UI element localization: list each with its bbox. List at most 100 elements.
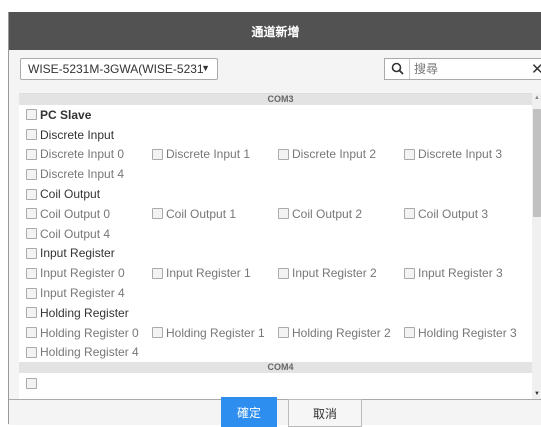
checkbox-label: Coil Output bbox=[40, 187, 101, 202]
clear-icon[interactable]: ✕ bbox=[531, 60, 541, 78]
checkbox-icon[interactable] bbox=[404, 327, 415, 339]
scroll-down-icon[interactable]: ▼ bbox=[534, 391, 540, 397]
checkbox-label: Input Register 1 bbox=[166, 266, 251, 281]
checkbox-input-register[interactable]: Input Register bbox=[26, 246, 152, 260]
checkbox-channel[interactable]: Holding Register 0 bbox=[26, 326, 152, 340]
scrollbar-thumb[interactable] bbox=[533, 109, 541, 217]
checkbox-icon[interactable] bbox=[26, 327, 37, 339]
checkbox-icon[interactable] bbox=[26, 228, 37, 240]
checkbox-channel[interactable]: Holding Register 4 bbox=[26, 345, 152, 359]
group-header-com4: COM4 bbox=[19, 362, 541, 374]
list-row: Holding Register 4 bbox=[26, 343, 541, 363]
checkbox-label: Input Register 2 bbox=[292, 266, 377, 281]
checkbox-channel[interactable]: Discrete Input 3 bbox=[404, 147, 530, 161]
checkbox-icon[interactable] bbox=[152, 327, 163, 339]
checkbox-label: PC Slave bbox=[40, 107, 92, 122]
channel-list[interactable]: COM3 PC Slave Discrete Input Discrete In… bbox=[19, 93, 541, 400]
checkbox-discrete-input[interactable]: Discrete Input bbox=[26, 128, 152, 142]
checkbox-icon[interactable] bbox=[278, 267, 289, 279]
checkbox-channel[interactable]: Holding Register 1 bbox=[152, 326, 278, 340]
checkbox-label: Discrete Input 3 bbox=[418, 147, 503, 162]
checkbox-icon[interactable] bbox=[152, 267, 163, 279]
channel-add-dialog: 通道新增 WISE-5231M-3GWA(WISE-5231 ▼ ✕ COM3 … bbox=[8, 12, 541, 427]
checkbox-icon[interactable] bbox=[26, 307, 37, 319]
list-row: Input Register 0 Input Register 1 Input … bbox=[26, 263, 541, 283]
list-row: Holding Register bbox=[26, 303, 541, 323]
checkbox-channel[interactable]: Coil Output 4 bbox=[26, 227, 152, 241]
checkbox-channel[interactable]: Holding Register 3 bbox=[404, 326, 530, 340]
checkbox-icon[interactable] bbox=[26, 267, 37, 279]
dialog-toolbar: WISE-5231M-3GWA(WISE-5231 ▼ ✕ bbox=[9, 50, 541, 89]
checkbox-icon[interactable] bbox=[26, 346, 37, 358]
checkbox-label: Discrete Input 4 bbox=[40, 167, 125, 182]
checkbox-icon[interactable] bbox=[26, 188, 37, 200]
checkbox-label: Discrete Input 2 bbox=[292, 147, 377, 162]
checkbox-channel[interactable]: Input Register 3 bbox=[404, 266, 530, 280]
checkbox-label: Input Register bbox=[40, 246, 115, 261]
dialog-titlebar: 通道新增 bbox=[9, 12, 541, 50]
checkbox-label: Coil Output 0 bbox=[40, 206, 111, 221]
checkbox-channel[interactable]: Holding Register 2 bbox=[278, 326, 404, 340]
scroll-up-icon[interactable]: ▲ bbox=[534, 95, 540, 101]
checkbox-icon[interactable] bbox=[152, 148, 163, 160]
checkbox-icon[interactable] bbox=[26, 287, 37, 299]
checkbox-icon[interactable] bbox=[278, 327, 289, 339]
checkbox-pc-slave[interactable]: PC Slave bbox=[26, 108, 152, 122]
device-select[interactable]: WISE-5231M-3GWA(WISE-5231 ▼ bbox=[20, 58, 218, 80]
search-box[interactable]: ✕ bbox=[384, 58, 541, 80]
checkbox-channel[interactable]: Coil Output 2 bbox=[278, 207, 404, 221]
dropdown-arrow-icon: ▼ bbox=[201, 63, 210, 73]
checkbox-label: Input Register 4 bbox=[40, 286, 125, 301]
checkbox-channel[interactable]: Coil Output 3 bbox=[404, 207, 530, 221]
checkbox-icon[interactable] bbox=[26, 168, 37, 180]
checkbox-coil-output[interactable]: Coil Output bbox=[26, 187, 152, 201]
checkbox-icon[interactable] bbox=[404, 267, 415, 279]
checkbox-icon[interactable] bbox=[404, 148, 415, 160]
checkbox-label: Coil Output 4 bbox=[40, 226, 111, 241]
list-row: Coil Output 4 bbox=[26, 224, 541, 244]
checkbox-icon[interactable] bbox=[26, 208, 37, 220]
list-row: Discrete Input bbox=[26, 125, 541, 145]
checkbox-label: Discrete Input bbox=[40, 127, 115, 142]
checkbox-label: Holding Register bbox=[40, 305, 129, 320]
checkbox-icon[interactable] bbox=[278, 208, 289, 220]
list-row: Holding Register 0 Holding Register 1 Ho… bbox=[26, 323, 541, 343]
checkbox-channel[interactable]: Input Register 4 bbox=[26, 286, 152, 300]
checkbox-label: Holding Register 0 bbox=[40, 325, 139, 340]
checkbox-holding-register[interactable]: Holding Register bbox=[26, 306, 152, 320]
list-row: Input Register bbox=[26, 244, 541, 264]
checkbox-icon[interactable] bbox=[26, 247, 37, 259]
checkbox-icon[interactable] bbox=[26, 109, 37, 121]
checkbox-icon[interactable] bbox=[26, 148, 37, 160]
checkbox-icon[interactable] bbox=[278, 148, 289, 160]
checkbox-channel[interactable]: Input Register 1 bbox=[152, 266, 278, 280]
list-scrollbar[interactable]: ▲ ▼ bbox=[532, 93, 541, 399]
search-input[interactable] bbox=[409, 59, 526, 79]
checkbox-channel[interactable]: Coil Output 0 bbox=[26, 207, 152, 221]
checkbox-label: Coil Output 1 bbox=[166, 206, 237, 221]
checkbox-icon[interactable] bbox=[152, 208, 163, 220]
list-row: Discrete Input 0 Discrete Input 1 Discre… bbox=[26, 145, 541, 165]
list-row: Coil Output bbox=[26, 184, 541, 204]
checkbox-channel[interactable]: Discrete Input 1 bbox=[152, 147, 278, 161]
checkbox-label: Discrete Input 1 bbox=[166, 147, 251, 162]
checkbox-label: Coil Output 3 bbox=[418, 206, 489, 221]
checkbox-channel[interactable]: Discrete Input 0 bbox=[26, 147, 152, 161]
dialog-footer: 確定 取消 bbox=[9, 397, 541, 427]
checkbox-icon[interactable] bbox=[26, 129, 37, 141]
checkbox-label: Holding Register 3 bbox=[418, 325, 517, 340]
checkbox-com4-root[interactable] bbox=[26, 377, 152, 389]
checkbox-icon[interactable] bbox=[26, 377, 37, 389]
checkbox-channel[interactable]: Input Register 2 bbox=[278, 266, 404, 280]
dialog-title: 通道新增 bbox=[251, 24, 300, 39]
checkbox-channel[interactable]: Discrete Input 4 bbox=[26, 167, 152, 181]
checkbox-channel[interactable]: Coil Output 1 bbox=[152, 207, 278, 221]
checkbox-label: Discrete Input 0 bbox=[40, 147, 125, 162]
list-row: PC Slave bbox=[26, 105, 541, 125]
ok-button[interactable]: 確定 bbox=[221, 397, 277, 427]
cancel-button[interactable]: 取消 bbox=[288, 399, 362, 427]
checkbox-channel[interactable]: Discrete Input 2 bbox=[278, 147, 404, 161]
checkbox-channel[interactable]: Input Register 0 bbox=[26, 266, 152, 280]
checkbox-icon[interactable] bbox=[404, 208, 415, 220]
checkbox-label: Holding Register 2 bbox=[292, 325, 391, 340]
